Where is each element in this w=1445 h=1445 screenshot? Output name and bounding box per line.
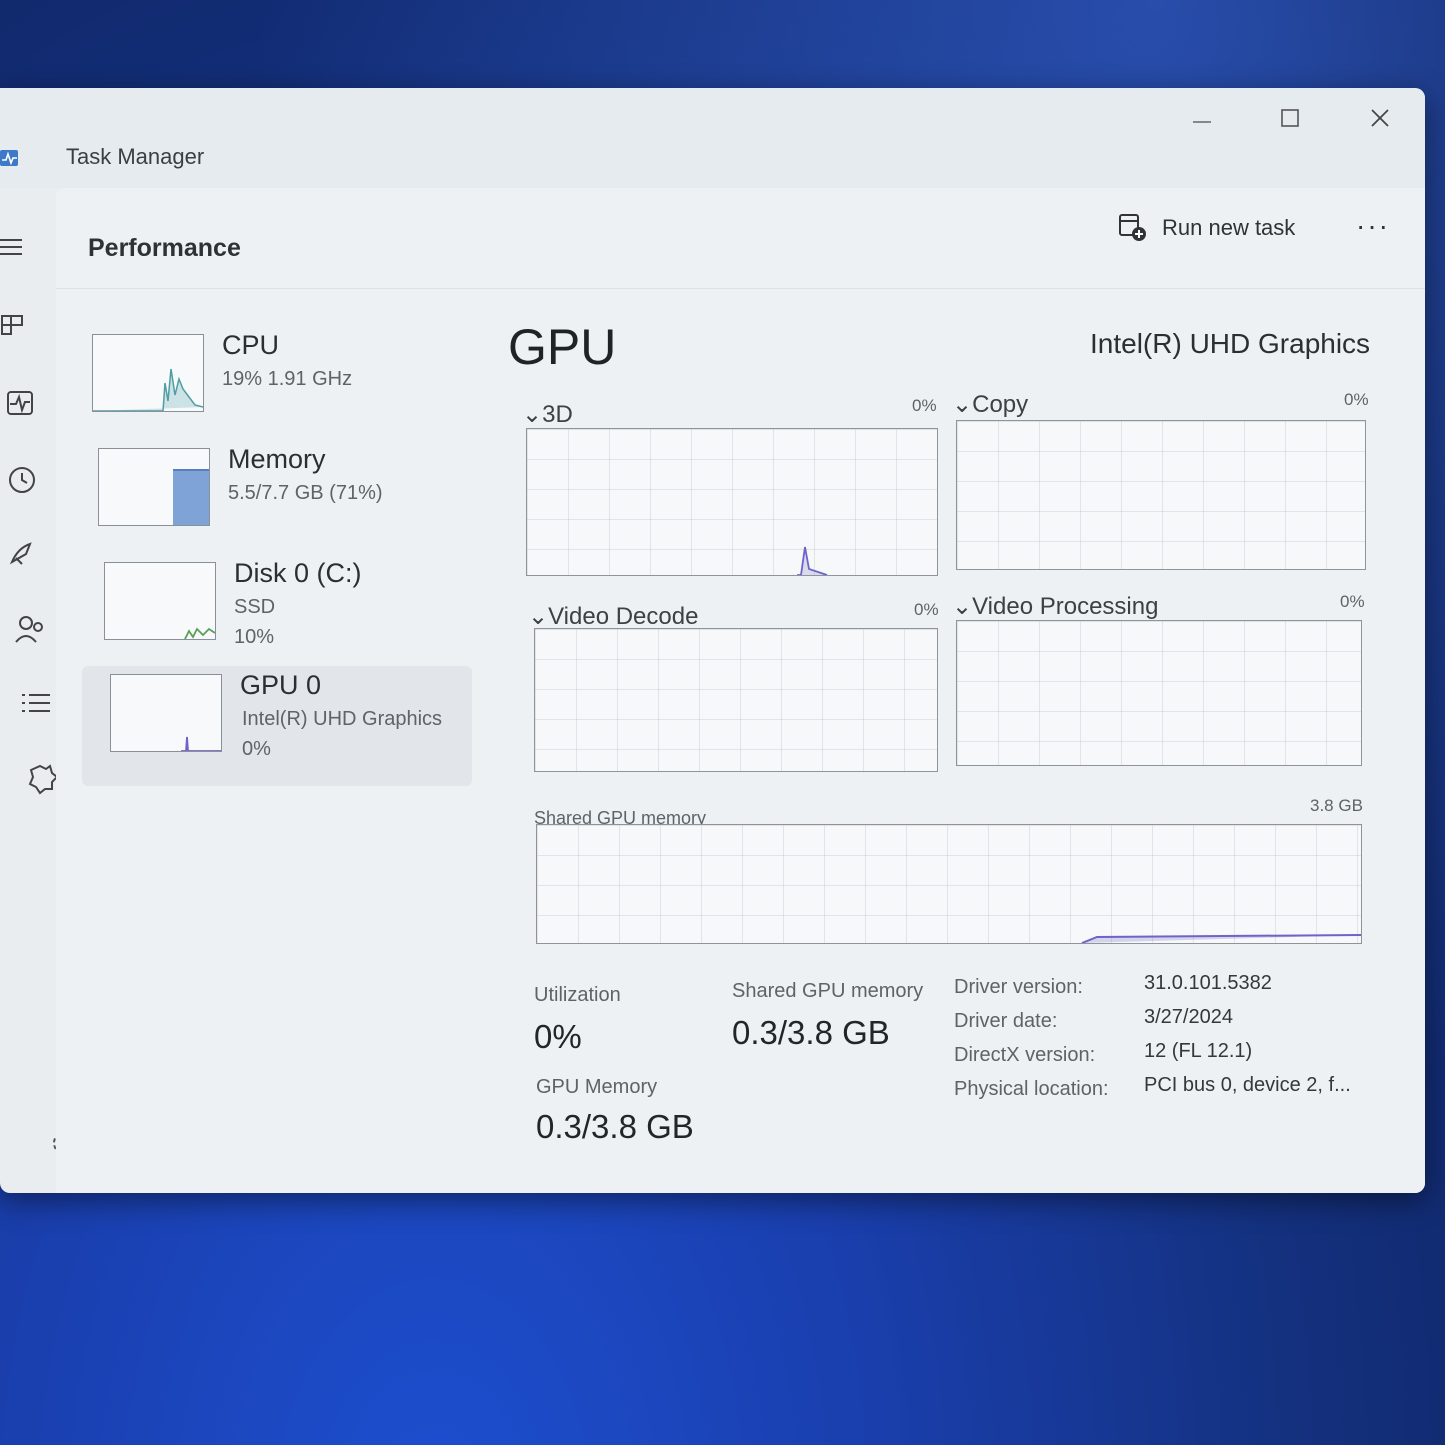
device-detail: SSD: [234, 596, 276, 618]
run-new-task-icon: [1119, 214, 1146, 241]
device-name: CPU: [222, 330, 280, 360]
utilization-label: Utilization: [534, 984, 621, 1006]
physical-location-value: PCI bus 0, device 2, f...: [1144, 1074, 1351, 1096]
memory-usage-fill: [173, 469, 209, 525]
engine-label: Video Processing: [972, 593, 1159, 620]
engine-video-processing-graph: [956, 620, 1362, 766]
device-name: Disk 0 (C:): [234, 558, 362, 588]
window-title: Task Manager: [66, 144, 205, 169]
cpu-thumbnail-graph: [92, 334, 204, 412]
performance-page: Performance Run new task ··· CPU 19% 1.9…: [56, 188, 1425, 1193]
engine-video-decode-selector[interactable]: ⌄Video Decode: [528, 602, 698, 631]
driver-version-value: 31.0.101.5382: [1144, 972, 1272, 994]
device-name: GPU 0: [240, 670, 322, 700]
gpu-title: GPU: [508, 319, 617, 375]
close-icon: [1371, 109, 1389, 127]
hamburger-icon[interactable]: [0, 228, 40, 268]
navigation-rail: [0, 188, 59, 1193]
directx-version-value: 12 (FL 12.1): [1144, 1040, 1253, 1062]
device-detail: 5.5/7.7 GB (71%): [228, 482, 383, 504]
engine-3d-graph: [526, 428, 938, 576]
driver-date-label: Driver date:: [954, 1010, 1058, 1032]
engine-label: Copy: [972, 391, 1029, 418]
engine-copy-percent: 0%: [1344, 390, 1369, 409]
chevron-down-icon: ⌄: [528, 603, 549, 630]
gpu-model-name: Intel(R) UHD Graphics: [1090, 328, 1371, 359]
driver-version-label: Driver version:: [954, 976, 1083, 998]
minimize-button[interactable]: [1172, 100, 1232, 140]
engine-video-decode-graph: [534, 628, 938, 772]
engine-label: 3D: [542, 401, 573, 428]
performance-icon[interactable]: [4, 384, 44, 424]
engine-video-processing-selector[interactable]: ⌄Video Processing: [952, 592, 1158, 621]
shared-gpu-memory-label: Shared GPU memory: [732, 980, 924, 1002]
maximize-icon: [1281, 109, 1299, 127]
users-icon[interactable]: [12, 610, 52, 650]
disk-thumbnail-graph: [104, 562, 216, 640]
run-new-task-button[interactable]: Run new task: [1118, 208, 1295, 248]
device-disk[interactable]: Disk 0 (C:) SSD 10%: [82, 554, 472, 674]
engine-label: Video Decode: [548, 603, 699, 630]
engine-video-processing-percent: 0%: [1340, 592, 1365, 611]
page-title: Performance: [88, 234, 241, 262]
shared-gpu-memory-value: 0.3/3.8 GB: [732, 1014, 890, 1051]
device-name: Memory: [228, 444, 326, 474]
device-usage: 10%: [234, 626, 275, 648]
utilization-value: 0%: [534, 1018, 582, 1055]
physical-location-label: Physical location:: [954, 1078, 1109, 1100]
header-divider: [56, 288, 1425, 289]
gpu-memory-value: 0.3/3.8 GB: [536, 1108, 694, 1145]
memory-thumbnail-graph: [98, 448, 210, 526]
device-gpu[interactable]: GPU 0 Intel(R) UHD Graphics 0%: [82, 666, 472, 786]
task-manager-app-icon: [0, 150, 18, 166]
device-usage: 0%: [242, 738, 271, 760]
gpu-thumbnail-graph: [110, 674, 222, 752]
engine-3d-selector[interactable]: ⌄3D: [522, 400, 573, 429]
minimize-icon: [1193, 121, 1211, 123]
shared-memory-graph: [536, 824, 1362, 944]
device-memory[interactable]: Memory 5.5/7.7 GB (71%): [82, 440, 472, 560]
engine-copy-selector[interactable]: ⌄Copy: [952, 390, 1028, 419]
task-manager-window: Task Manager Performance Run new task ··…: [0, 88, 1425, 1193]
device-detail: Intel(R) UHD Graphics: [242, 708, 443, 730]
app-history-icon[interactable]: [4, 460, 44, 500]
device-detail: 19% 1.91 GHz: [222, 368, 353, 390]
more-options-button[interactable]: ···: [1356, 210, 1390, 242]
engine-video-decode-percent: 0%: [914, 600, 939, 619]
driver-date-value: 3/27/2024: [1144, 1006, 1233, 1028]
gpu-memory-label: GPU Memory: [536, 1076, 658, 1098]
chevron-down-icon: ⌄: [952, 391, 973, 418]
title-bar[interactable]: Task Manager: [0, 88, 1425, 188]
maximize-button[interactable]: [1260, 100, 1320, 140]
engine-3d-percent: 0%: [912, 396, 937, 415]
engine-copy-graph: [956, 420, 1366, 570]
processes-icon[interactable]: [0, 306, 40, 346]
directx-version-label: DirectX version:: [954, 1044, 1096, 1066]
chevron-down-icon: ⌄: [522, 401, 543, 428]
chevron-down-icon: ⌄: [952, 593, 973, 620]
close-button[interactable]: [1350, 100, 1410, 140]
device-cpu[interactable]: CPU 19% 1.91 GHz: [82, 326, 472, 446]
details-icon[interactable]: [18, 684, 58, 724]
shared-memory-graph-max: 3.8 GB: [1310, 796, 1363, 815]
startup-apps-icon[interactable]: [4, 534, 44, 574]
run-new-task-label: Run new task: [1162, 215, 1296, 240]
